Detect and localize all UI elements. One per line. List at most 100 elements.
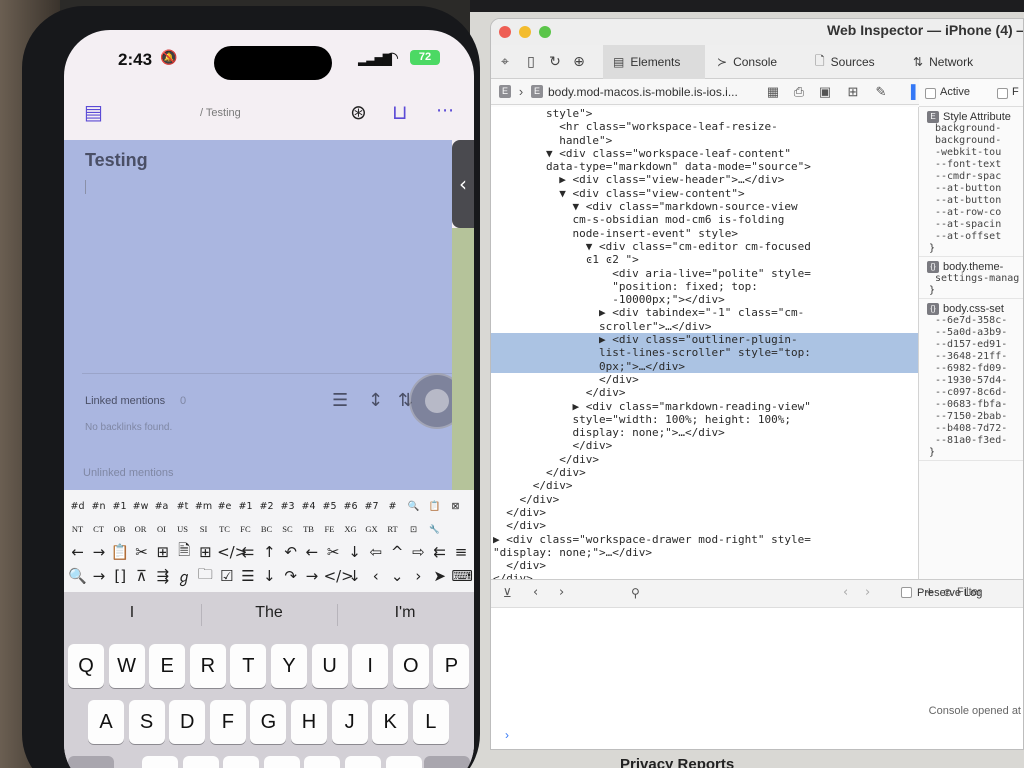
toolbar-button[interactable]: CT bbox=[89, 524, 108, 534]
next-icon[interactable]: › bbox=[865, 585, 870, 600]
suggestion-3[interactable]: I'm bbox=[337, 604, 473, 622]
style-property[interactable]: background- bbox=[927, 123, 1023, 135]
dom-tree[interactable]: style"> <hr class="workspace-leaf-resize… bbox=[491, 107, 919, 579]
toolbar-button[interactable]: 📋 bbox=[111, 543, 130, 561]
toolbar-button[interactable]: OI bbox=[152, 524, 171, 534]
dom-node-line[interactable]: style"> bbox=[491, 107, 918, 120]
dom-node-line[interactable]: </div> bbox=[491, 466, 918, 479]
crosshair-icon[interactable]: ⌖ bbox=[497, 54, 513, 70]
dom-node-line[interactable]: scroller">…</div> bbox=[491, 320, 918, 333]
key-p[interactable]: P bbox=[433, 644, 470, 688]
dom-node-line[interactable]: display: none;">…</div> bbox=[491, 426, 918, 439]
dom-node-line[interactable]: ▶ <div class="workspace-drawer mod-right… bbox=[491, 533, 918, 546]
active-checkbox[interactable] bbox=[925, 88, 936, 99]
style-property[interactable]: --81a0-f3ed- bbox=[927, 435, 1023, 447]
dom-node-line[interactable]: </div> bbox=[491, 519, 918, 532]
shift-key-icon[interactable]: ⇧ bbox=[68, 756, 114, 768]
toolbar-button[interactable]: #w bbox=[131, 501, 150, 512]
right-sidebar-handle[interactable]: ‹ bbox=[452, 140, 474, 228]
toolbar-button[interactable]: → bbox=[89, 543, 108, 561]
toolbar-button[interactable]: ⌨ bbox=[451, 567, 473, 585]
toolbar-button[interactable]: #t bbox=[173, 501, 192, 512]
toolbar-button[interactable]: # bbox=[383, 501, 402, 512]
toolbar-button[interactable]: </> bbox=[324, 567, 354, 585]
tab-elements[interactable]: ▤ Elements bbox=[603, 45, 705, 79]
dom-node-line[interactable]: data-type="markdown" data-mode="source"> bbox=[491, 160, 918, 173]
sidebar-toggle-icon[interactable]: ▤ bbox=[84, 100, 103, 124]
minimize-window-button[interactable] bbox=[519, 26, 531, 38]
style-property[interactable]: --3648-21ff- bbox=[927, 351, 1023, 363]
dom-node-line[interactable]: </div> bbox=[491, 493, 918, 506]
key-f[interactable]: F bbox=[209, 700, 246, 744]
reload-icon[interactable]: ↻ bbox=[547, 54, 563, 70]
style-property[interactable]: --5a0d-a3b9- bbox=[927, 327, 1023, 339]
suggestion-2[interactable]: The bbox=[201, 604, 337, 622]
toolbar-button[interactable]: 📋 bbox=[425, 501, 444, 512]
toolbar-button[interactable]: </> bbox=[217, 543, 247, 561]
toolbar-button[interactable]: SI bbox=[194, 524, 213, 534]
download-icon[interactable]: ⊕ bbox=[571, 54, 587, 70]
key-x[interactable]: X bbox=[182, 756, 219, 768]
dom-node-line[interactable]: </div> bbox=[491, 506, 918, 519]
dom-node-line[interactable]: ▶ <div class="markdown-reading-view" bbox=[491, 400, 918, 413]
key-u[interactable]: U bbox=[311, 644, 348, 688]
dom-node-line[interactable]: </div> bbox=[491, 479, 918, 492]
key-j[interactable]: J bbox=[331, 700, 368, 744]
style-rule[interactable]: {} body.css-set --6e7d-358c- --5a0d-a3b9- --… bbox=[919, 299, 1023, 461]
list-icon[interactable]: ☰ bbox=[332, 390, 348, 411]
delete-key-icon[interactable]: ⌫ bbox=[424, 756, 470, 768]
toolbar-button[interactable]: #m bbox=[194, 501, 213, 512]
toolbar-button[interactable]: 🔍 bbox=[404, 501, 423, 512]
key-a[interactable]: A bbox=[88, 700, 124, 744]
style-property[interactable]: -webkit-tou bbox=[927, 147, 1023, 159]
toolbar-button[interactable]: 🔧 bbox=[425, 524, 444, 535]
key-b[interactable]: B bbox=[304, 756, 341, 768]
dom-node-line[interactable]: -10000px;"></div> bbox=[491, 293, 918, 306]
toolbar-button[interactable]: ↑ bbox=[260, 543, 279, 561]
dom-node-line[interactable]: ▶ <div class="view-header">…</div> bbox=[491, 173, 918, 186]
key-m[interactable]: M bbox=[385, 756, 422, 768]
toolbar-button[interactable]: TB bbox=[299, 524, 318, 534]
search-icon[interactable]: ⚲ bbox=[631, 586, 640, 600]
key-t[interactable]: T bbox=[230, 644, 267, 688]
style-rule[interactable]: {} body.theme-settings-manag} bbox=[919, 257, 1023, 299]
unlinked-mentions-label[interactable]: Unlinked mentions bbox=[83, 467, 174, 479]
style-property[interactable]: --at-button bbox=[927, 183, 1023, 195]
dom-node-line[interactable]: </div> bbox=[491, 439, 918, 452]
dom-node-line[interactable]: 0px;">…</div> bbox=[491, 359, 918, 373]
dom-node-line[interactable]: </div> bbox=[491, 453, 918, 466]
toolbar-button[interactable]: #d bbox=[68, 501, 87, 512]
dom-node-line[interactable]: ▼ <div class="view-content"> bbox=[491, 187, 918, 200]
dom-node-line[interactable]: </div> bbox=[491, 373, 918, 386]
toolbar-button[interactable]: → bbox=[302, 567, 321, 585]
key-i[interactable]: I bbox=[352, 644, 389, 688]
style-rule[interactable]: E Style Attribute background-background- -w… bbox=[919, 107, 1023, 257]
print-icon[interactable]: ⎙ bbox=[791, 84, 807, 100]
previous-icon[interactable]: ‹ bbox=[843, 585, 848, 600]
dom-node-line[interactable]: ▶ <div tabindex="-1" class="cm- bbox=[491, 306, 918, 319]
toolbar-button[interactable]: → bbox=[89, 567, 108, 585]
toolbar-button[interactable]: FC bbox=[236, 524, 255, 534]
toolbar-button[interactable]: [] bbox=[111, 567, 130, 585]
breadcrumb-item[interactable]: body.mod-macos.is-mobile.is-ios.i... bbox=[548, 85, 738, 99]
dom-node-line[interactable]: "display: none;">…</div> bbox=[491, 546, 918, 559]
console-prompt-icon[interactable]: › bbox=[505, 728, 509, 742]
toolbar-button[interactable]: ℊ bbox=[174, 566, 193, 587]
style-property[interactable]: --at-offset bbox=[927, 231, 1023, 243]
layout-icon[interactable]: ▦ bbox=[765, 84, 781, 100]
toolbar-button[interactable]: #7 bbox=[362, 501, 381, 512]
toolbar-button[interactable]: ← bbox=[302, 543, 321, 561]
toolbar-button[interactable]: ↓ bbox=[345, 567, 364, 585]
style-property[interactable]: --0683-fbfa- bbox=[927, 399, 1023, 411]
toolbar-button[interactable]: 🔍 bbox=[68, 567, 87, 585]
toolbar-button[interactable]: OR bbox=[131, 524, 150, 534]
style-property[interactable]: --d157-ed91- bbox=[927, 339, 1023, 351]
toolbar-button[interactable]: ⊼ bbox=[132, 567, 151, 585]
linked-mentions-label[interactable]: Linked mentions bbox=[85, 395, 165, 407]
key-v[interactable]: V bbox=[263, 756, 300, 768]
console-output[interactable]: Console opened at › bbox=[491, 607, 1023, 749]
toolbar-button[interactable]: OB bbox=[110, 524, 129, 534]
expand-icon[interactable]: ↕ bbox=[368, 390, 383, 411]
toolbar-button[interactable]: ↷ bbox=[281, 567, 300, 585]
key-w[interactable]: W bbox=[108, 644, 145, 688]
